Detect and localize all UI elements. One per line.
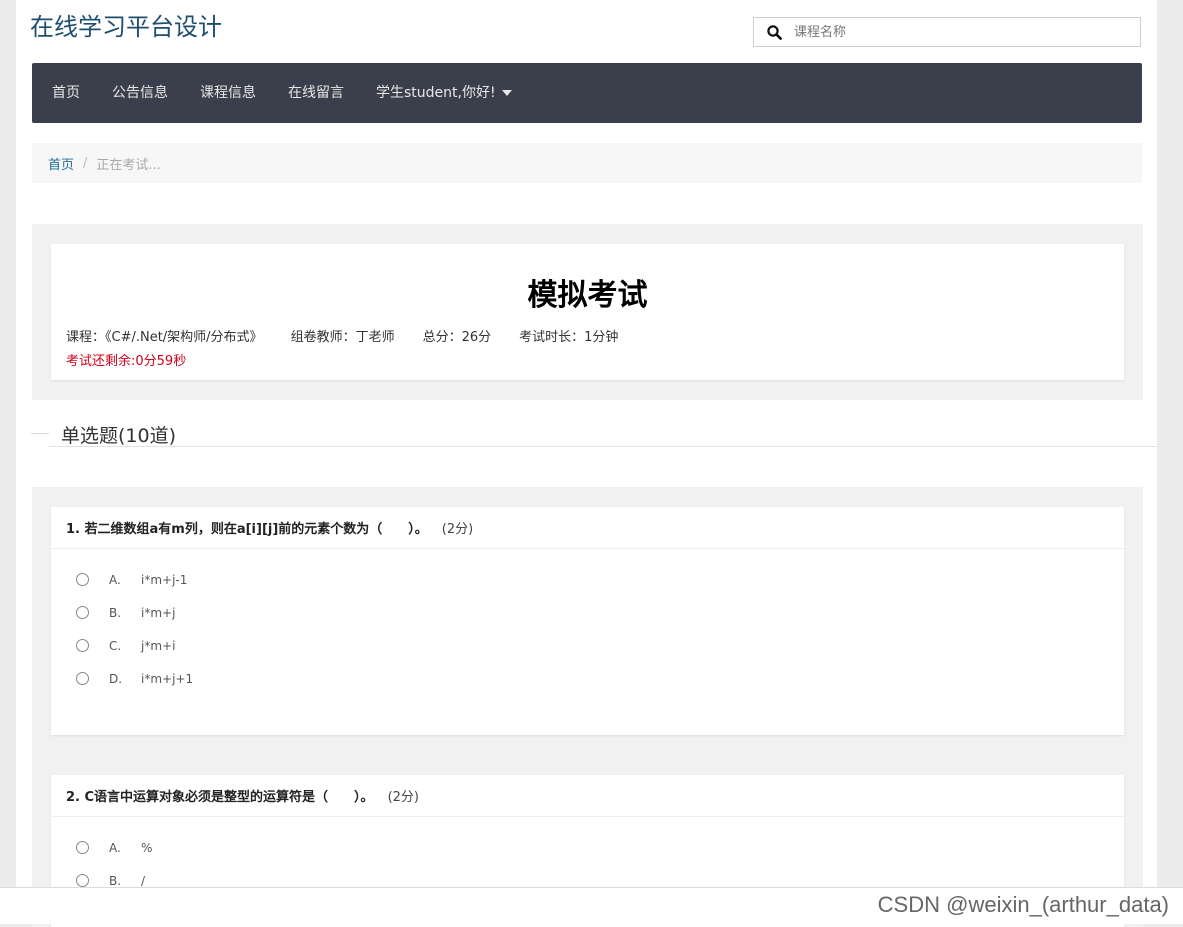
question-options: A. % B. / [51, 817, 1124, 897]
nav-item-messages[interactable]: 在线留言 [272, 63, 360, 123]
site-title[interactable]: 在线学习平台设计 [30, 7, 222, 42]
exam-remaining-time: 考试还剩余:0分59秒 [66, 354, 187, 369]
watermark-text: CSDN @weixin_(arthur_data) [877, 892, 1169, 917]
question-text: 1. 若二维数组a有m列，则在a[i][j]前的元素个数为（ ）。 [66, 522, 428, 537]
search-input[interactable] [794, 19, 1124, 45]
option-text: i*m+j+1 [141, 671, 194, 686]
question-options: A. i*m+j-1 B. i*m+j C. j*m+i D. i*m+j+1 [51, 549, 1124, 695]
nav-item-announcements[interactable]: 公告信息 [96, 63, 184, 123]
option-text: % [141, 840, 153, 855]
option-letter: B. [109, 873, 122, 888]
breadcrumb-current: 正在考试... [96, 157, 161, 173]
option-text: j*m+i [141, 638, 176, 653]
exam-total-score: 总分：26分 [422, 330, 492, 345]
exam-title: 模拟考试 [527, 278, 648, 313]
section-divider [49, 446, 1157, 447]
nav-item-user-menu[interactable]: 学生student,你好! [360, 63, 528, 123]
section-heading-single-choice: 单选题(10道) [31, 420, 1157, 448]
exam-info-card: 模拟考试 课程：《C#/.Net/架构师/分布式》 组卷教师：丁老师 总分：26… [51, 244, 1124, 380]
question-score: (2分) [441, 522, 474, 537]
exam-course: 课程：《C#/.Net/架构师/分布式》 [66, 330, 263, 345]
exam-info-panel: 模拟考试 课程：《C#/.Net/架构师/分布式》 组卷教师：丁老师 总分：26… [32, 224, 1143, 400]
radio-button[interactable] [76, 841, 89, 854]
question-header: 1. 若二维数组a有m列，则在a[i][j]前的元素个数为（ ）。 (2分) [51, 507, 1124, 549]
exam-teacher: 组卷教师：丁老师 [290, 330, 395, 345]
nav-item-home[interactable]: 首页 [36, 63, 96, 123]
radio-button[interactable] [76, 672, 89, 685]
question-card: 1. 若二维数组a有m列，则在a[i][j]前的元素个数为（ ）。 (2分) A… [51, 507, 1124, 735]
exam-meta: 课程：《C#/.Net/架构师/分布式》 组卷教师：丁老师 总分：26分 考试时… [66, 326, 618, 345]
radio-button[interactable] [76, 573, 89, 586]
page-container: 在线学习平台设计 首页 公告信息 课程信息 在线留言 学生student,你好!… [16, 0, 1157, 927]
footer-bar: CSDN @weixin_(arthur_data) [0, 887, 1183, 924]
section-divider [31, 433, 49, 434]
option-letter: A. [109, 840, 121, 855]
option-text: / [141, 873, 146, 888]
caret-down-icon [501, 90, 512, 96]
option-letter: A. [109, 572, 121, 587]
option-a[interactable]: A. i*m+j-1 [51, 563, 1124, 596]
option-letter: D. [109, 671, 123, 686]
breadcrumb: 首页 / 正在考试... [32, 143, 1142, 183]
main-navbar: 首页 公告信息 课程信息 在线留言 学生student,你好! [32, 63, 1142, 123]
questions-panel: 1. 若二维数组a有m列，则在a[i][j]前的元素个数为（ ）。 (2分) A… [32, 487, 1143, 927]
option-a[interactable]: A. % [51, 831, 1124, 864]
radio-button[interactable] [76, 639, 89, 652]
question-text: 2. C语言中运算对象必须是整型的运算符是（ ）。 [66, 790, 374, 805]
search-icon[interactable] [754, 18, 794, 46]
radio-button[interactable] [76, 874, 89, 887]
option-d[interactable]: D. i*m+j+1 [51, 662, 1124, 695]
option-c[interactable]: C. j*m+i [51, 629, 1124, 662]
option-letter: B. [109, 605, 122, 620]
radio-button[interactable] [76, 606, 89, 619]
option-b[interactable]: B. i*m+j [51, 596, 1124, 629]
option-text: i*m+j [141, 605, 176, 620]
section-label: 单选题(10道) [61, 425, 177, 447]
search-box[interactable] [753, 17, 1141, 47]
breadcrumb-separator: / [83, 155, 88, 171]
question-header: 2. C语言中运算对象必须是整型的运算符是（ ）。 (2分) [51, 775, 1124, 817]
option-letter: C. [109, 638, 122, 653]
exam-duration: 考试时长：1分钟 [519, 330, 619, 345]
option-text: i*m+j-1 [141, 572, 188, 587]
question-score: (2分) [387, 790, 419, 805]
breadcrumb-home-link[interactable]: 首页 [48, 154, 74, 173]
nav-item-courses[interactable]: 课程信息 [184, 63, 272, 123]
